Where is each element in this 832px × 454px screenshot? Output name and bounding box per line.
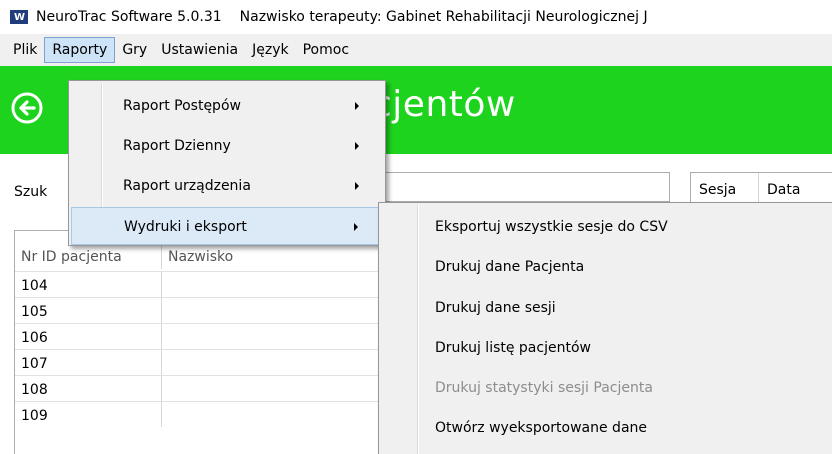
patient-id-cell: 107 <box>15 350 162 375</box>
table-row[interactable]: 107 <box>15 349 393 375</box>
wydruki-submenu: Eksportuj wszystkie sesje do CSV Drukuj … <box>378 202 832 454</box>
menu-item-raport-urzadzenia[interactable]: Raport urządzenia <box>71 167 383 205</box>
patient-name-cell <box>162 376 393 401</box>
patient-id-cell: 104 <box>15 272 162 297</box>
app-logo-icon: W <box>10 10 28 24</box>
menu-gry[interactable]: Gry <box>115 37 154 63</box>
menu-item-drukuj-dane-sesji[interactable]: Drukuj dane sesji <box>381 288 829 328</box>
search-input[interactable] <box>384 172 670 202</box>
menu-ustawienia[interactable]: Ustawienia <box>154 37 245 63</box>
page-title: cjentów <box>372 84 516 125</box>
submenu-arrow-icon <box>354 223 358 231</box>
table-row[interactable]: 105 <box>15 297 393 323</box>
patient-name-cell <box>162 324 393 349</box>
menu-bar: Plik Raporty Gry Ustawienia Język Pomoc <box>0 34 832 66</box>
patient-name-cell <box>162 272 393 297</box>
menu-item-wydruki-i-eksport[interactable]: Wydruki i eksport <box>71 207 383 245</box>
patient-id-cell: 109 <box>15 402 162 427</box>
menu-item-raport-postepow[interactable]: Raport Postępów <box>71 87 383 125</box>
app-name: NeuroTrac Software 5.0.31 <box>36 9 222 25</box>
search-label: Szuk <box>14 184 48 200</box>
therapist-info: Nazwisko terapeuty: Gabinet Rehabilitacj… <box>239 9 648 25</box>
table-row[interactable]: 109 <box>15 401 393 427</box>
submenu-arrow-icon <box>355 142 359 150</box>
menu-item-drukuj-liste-pacjentow[interactable]: Drukuj listę pacjentów <box>381 328 829 368</box>
table-row[interactable]: 108 <box>15 375 393 401</box>
raporty-dropdown-menu: Raport Postępów Raport Dzienny Raport ur… <box>68 80 386 246</box>
patient-id-cell: 106 <box>15 324 162 349</box>
patient-id-cell: 108 <box>15 376 162 401</box>
menu-raporty[interactable]: Raporty <box>44 37 116 63</box>
patient-name-cell <box>162 350 393 375</box>
menu-plik[interactable]: Plik <box>6 37 44 63</box>
table-row[interactable]: 106 <box>15 323 393 349</box>
patients-table: Nr ID pacjenta Nazwisko 104 105 106 107 … <box>14 230 394 454</box>
menu-pomoc[interactable]: Pomoc <box>296 37 356 63</box>
menu-item-eksportuj-csv[interactable]: Eksportuj wszystkie sesje do CSV <box>381 207 829 247</box>
menu-item-otworz-wyeksportowane-dane[interactable]: Otwórz wyeksportowane dane <box>381 408 829 448</box>
patient-name-cell <box>162 298 393 323</box>
patient-name-cell <box>162 402 393 427</box>
menu-jezyk[interactable]: Język <box>245 37 295 63</box>
back-arrow-circle-icon[interactable] <box>11 92 43 124</box>
menu-item-drukuj-statystyki-sesji: Drukuj statystyki sesji Pacjenta <box>435 380 653 396</box>
menu-item-raport-dzienny[interactable]: Raport Dzienny <box>71 127 383 165</box>
title-bar: W NeuroTrac Software 5.0.31 Nazwisko ter… <box>0 0 832 34</box>
patient-id-cell: 105 <box>15 298 162 323</box>
menu-item-drukuj-dane-pacjenta[interactable]: Drukuj dane Pacjenta <box>381 247 829 287</box>
table-row[interactable]: 104 <box>15 271 393 297</box>
submenu-arrow-icon <box>355 102 359 110</box>
submenu-arrow-icon <box>355 182 359 190</box>
